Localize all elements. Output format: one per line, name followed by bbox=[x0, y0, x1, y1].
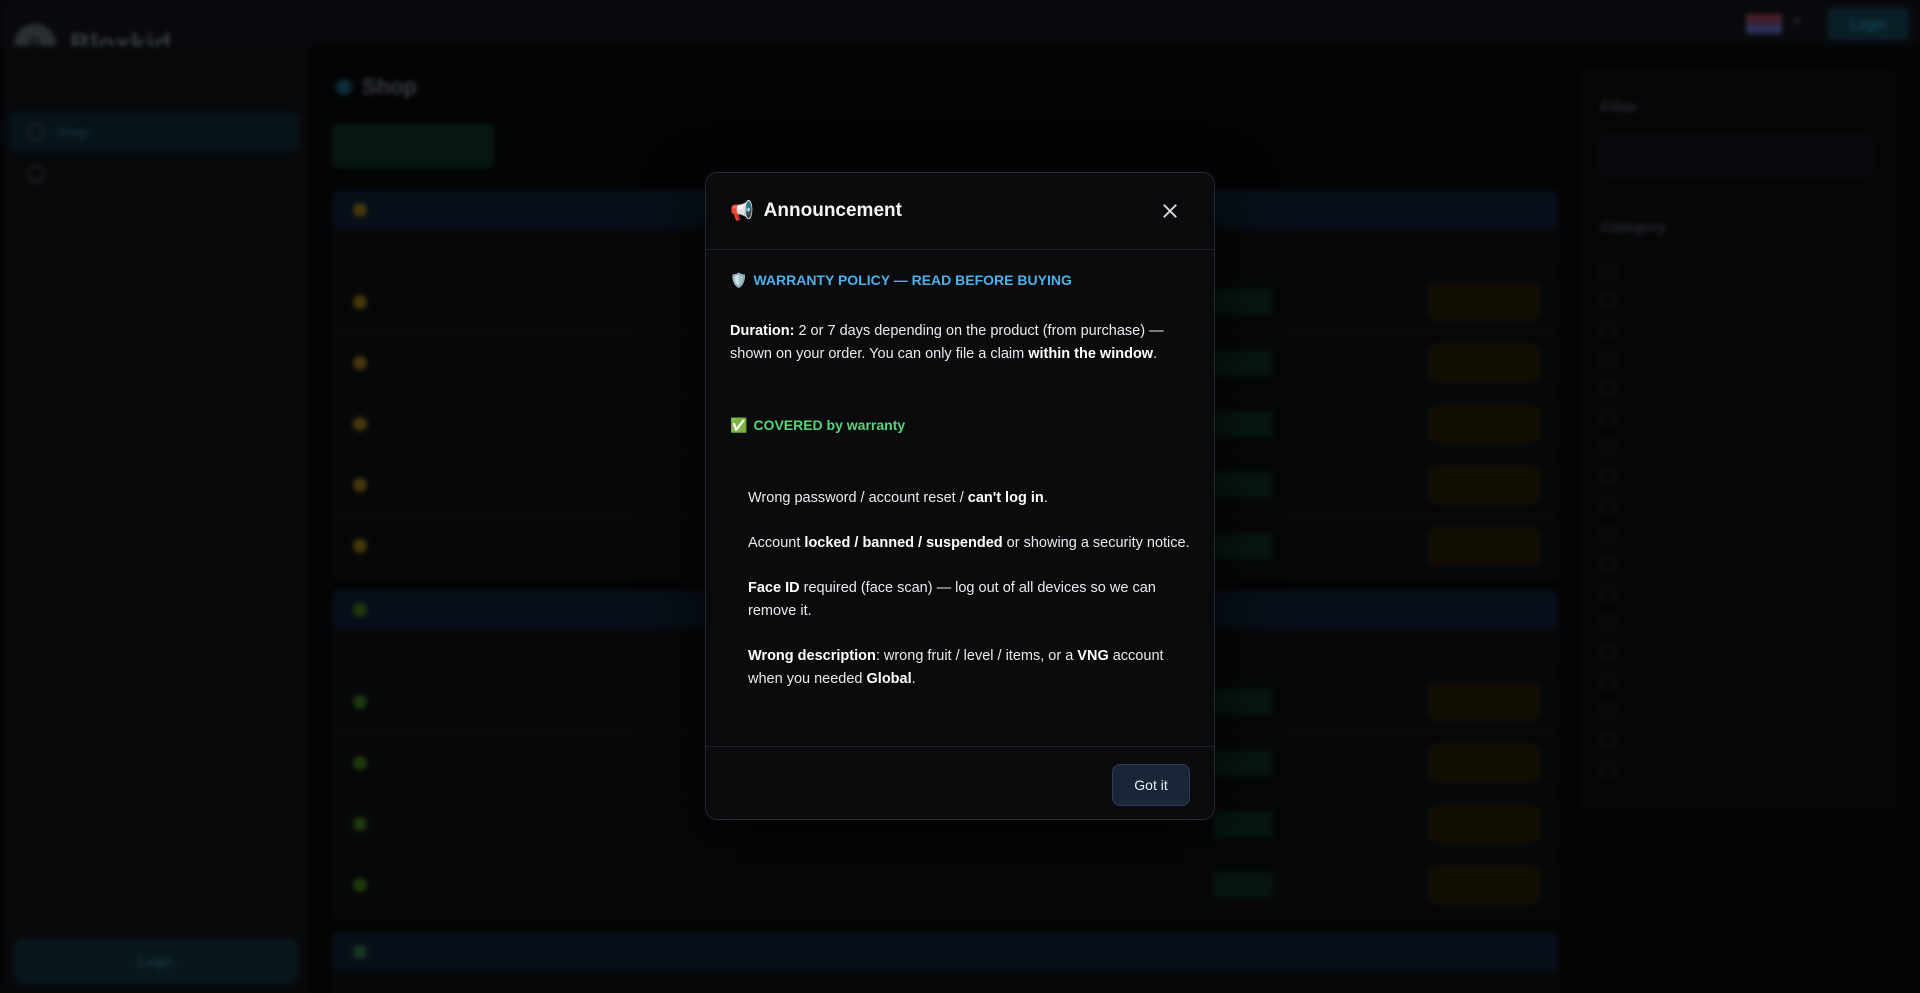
warranty-heading: 🛡️ WARRANTY POLICY — READ BEFORE BUYING bbox=[730, 269, 1192, 292]
list-item: Account locked / banned / suspended or s… bbox=[748, 535, 1190, 551]
dialog-title: Announcement bbox=[763, 200, 902, 221]
got-it-button[interactable]: Got it bbox=[1112, 764, 1190, 806]
shield-icon: 🛡️ bbox=[730, 272, 748, 288]
dialog-header: 📢 Announcement bbox=[706, 173, 1214, 250]
covered-heading: ✅ COVERED by warranty bbox=[730, 414, 1192, 437]
list-item: Wrong password / account reset / can't l… bbox=[748, 490, 1048, 506]
dialog-footer: Got it bbox=[706, 746, 1214, 821]
dialog-body: 🛡️ WARRANTY POLICY — READ BEFORE BUYING … bbox=[730, 269, 1192, 691]
megaphone-icon: 📢 bbox=[730, 201, 754, 222]
list-item: Face ID required (face scan) — log out o… bbox=[748, 580, 1156, 619]
check-icon: ✅ bbox=[730, 417, 748, 433]
list-item: Wrong description: wrong fruit / level /… bbox=[748, 648, 1164, 687]
announcement-dialog: 📢 Announcement 🛡️ WARRANTY POLICY — READ… bbox=[705, 172, 1215, 820]
covered-list: Wrong password / account reset / can't l… bbox=[748, 487, 1192, 691]
close-icon[interactable] bbox=[1160, 201, 1180, 221]
duration-paragraph: Duration: 2 or 7 days depending on the p… bbox=[730, 323, 1164, 362]
